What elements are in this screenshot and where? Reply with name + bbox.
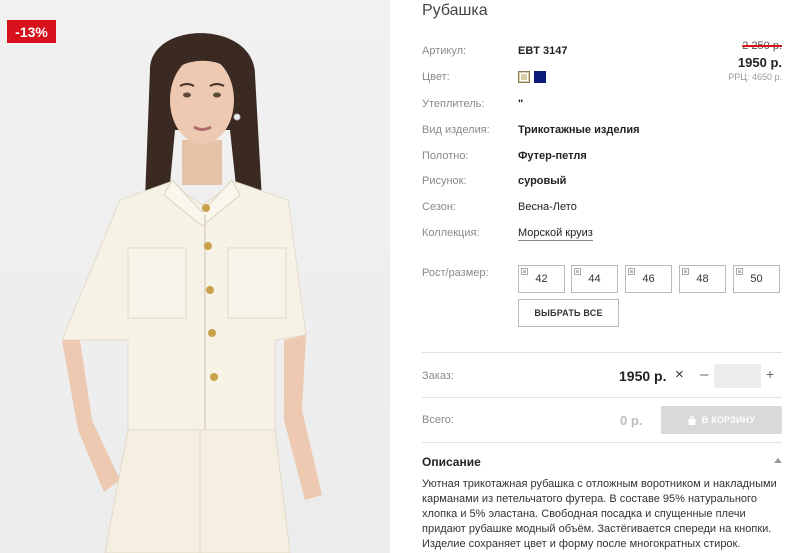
attr-label-collection: Коллекция: bbox=[422, 227, 480, 239]
checkbox-icon bbox=[682, 268, 689, 275]
size-option-48[interactable]: 48 bbox=[679, 265, 726, 293]
color-swatch-navy[interactable] bbox=[534, 71, 546, 83]
current-price: 1950 р. bbox=[737, 55, 782, 70]
attr-value-fabric: Футер-петля bbox=[518, 150, 587, 162]
total-value: 0 р. bbox=[620, 413, 643, 428]
attr-label-fabric: Полотно: bbox=[422, 150, 469, 162]
order-label: Заказ: bbox=[422, 370, 454, 382]
product-photo[interactable]: -13% bbox=[0, 0, 390, 553]
size-label: 44 bbox=[588, 273, 601, 285]
checkbox-icon bbox=[521, 268, 528, 275]
bag-icon bbox=[688, 415, 696, 425]
multiply-icon: × bbox=[675, 366, 684, 383]
checkbox-icon bbox=[736, 268, 743, 275]
divider bbox=[422, 397, 782, 398]
size-option-44[interactable]: 44 bbox=[571, 265, 618, 293]
size-option-50[interactable]: 50 bbox=[733, 265, 780, 293]
increment-button[interactable]: + bbox=[766, 366, 774, 382]
attr-label-season: Сезон: bbox=[422, 201, 456, 213]
product-title: Рубашка bbox=[422, 2, 488, 19]
quantity-input[interactable] bbox=[714, 364, 761, 388]
decrement-button[interactable]: – bbox=[700, 366, 708, 383]
total-label: Всего: bbox=[422, 414, 454, 426]
discount-badge: -13% bbox=[7, 20, 56, 43]
collection-link[interactable]: Морской круиз bbox=[518, 227, 593, 241]
description-text: Уютная трикотажная рубашка с отложным во… bbox=[422, 478, 777, 550]
attr-label-color: Цвет: bbox=[422, 71, 450, 83]
attr-label-type: Вид изделия: bbox=[422, 124, 490, 136]
attr-value-type: Трикотажные изделия bbox=[518, 124, 640, 136]
attr-label-pattern: Рисунок: bbox=[422, 175, 467, 187]
size-label: 46 bbox=[642, 273, 655, 285]
add-to-cart-button[interactable]: В КОРЗИНУ bbox=[661, 406, 782, 434]
size-label: 42 bbox=[535, 273, 548, 285]
attr-value-pattern: суровый bbox=[518, 175, 567, 187]
size-label: 48 bbox=[696, 273, 709, 285]
size-label: 50 bbox=[750, 273, 763, 285]
attr-value-insulation: " bbox=[518, 98, 524, 110]
color-swatch-beige[interactable] bbox=[518, 71, 530, 83]
order-price: 1950 р. bbox=[619, 368, 667, 384]
divider bbox=[422, 352, 782, 353]
divider bbox=[422, 442, 782, 443]
attr-value-article: EBT 3147 bbox=[518, 45, 568, 57]
attr-label-article: Артикул: bbox=[422, 45, 467, 57]
size-option-42[interactable]: 42 bbox=[518, 265, 565, 293]
description-title[interactable]: Описание bbox=[422, 455, 481, 469]
size-option-46[interactable]: 46 bbox=[625, 265, 672, 293]
cart-button-label: В КОРЗИНУ bbox=[701, 415, 756, 425]
rrp-price: РРЦ: 4650 р. bbox=[728, 72, 782, 82]
model-illustration bbox=[61, 33, 322, 553]
attr-value-season: Весна-Лето bbox=[518, 201, 577, 213]
old-price: 2 250 р. bbox=[742, 40, 782, 52]
select-all-button[interactable]: ВЫБРАТЬ ВСЕ bbox=[518, 299, 619, 327]
sizes-label: Рост/размер: bbox=[422, 267, 489, 279]
caret-up-icon[interactable] bbox=[774, 458, 782, 463]
attr-label-insulation: Утеплитель: bbox=[422, 98, 485, 110]
checkbox-icon bbox=[628, 268, 635, 275]
checkbox-icon bbox=[574, 268, 581, 275]
